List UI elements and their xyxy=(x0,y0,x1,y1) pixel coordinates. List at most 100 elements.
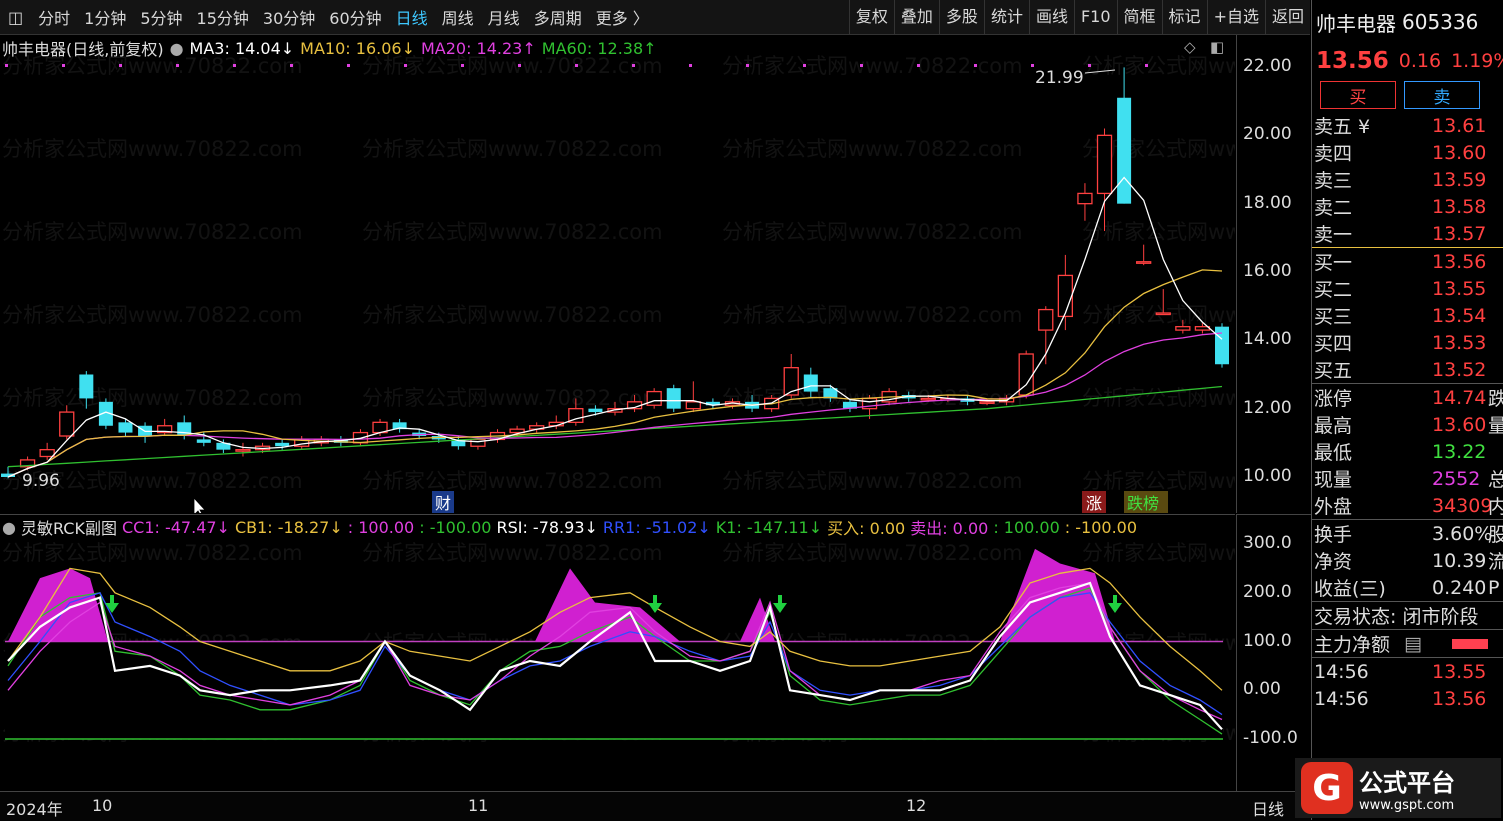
tick-row: 14:56 13.56 xyxy=(1312,685,1503,712)
ask-label: 卖五 ¥ xyxy=(1314,116,1371,138)
toolbar-action-9[interactable]: 返回 xyxy=(1264,0,1310,34)
fund-value: 0.240 xyxy=(1432,576,1487,599)
watermark-text: 分析家公式网www.70822.com xyxy=(2,541,303,565)
bid-value: 13.55 xyxy=(1432,277,1487,300)
top-dot xyxy=(119,64,122,67)
buy-button[interactable]: 买 xyxy=(1320,81,1396,109)
x-label-year: 2024年 xyxy=(6,800,63,819)
stat-row: 外盘 34309 内 xyxy=(1312,492,1503,519)
k1-label: K1: -147.11↓ xyxy=(715,517,823,537)
period-tab-7[interactable]: 周线 xyxy=(435,5,481,29)
indicator-chart[interactable]: 分析家公式网www.70822.com 分析家公式网www.70822.com 分析… xyxy=(0,514,1235,791)
price-tick: 10.00 xyxy=(1243,466,1292,486)
logo-icon: G xyxy=(1301,762,1353,814)
toolbar-action-8[interactable]: +自选 xyxy=(1206,0,1265,34)
stat-label: 外盘 xyxy=(1314,496,1353,518)
watermark-text: 分析家公式网www.70822.com xyxy=(1082,469,1235,493)
bid-row: 买二 13.55 xyxy=(1312,275,1503,302)
stock-code: 605336 xyxy=(1402,10,1479,34)
stat-row: 最低 13.22 xyxy=(1312,438,1503,465)
fund-value: 10.39 xyxy=(1432,549,1487,572)
ask-row: 卖三 13.59 xyxy=(1312,166,1503,193)
period-tab-9[interactable]: 多周期 xyxy=(527,5,589,29)
candlestick-chart[interactable]: 分析家公式网www.70822.com 分析家公式网www.70822.com 分析… xyxy=(0,35,1235,513)
fund-row: 换手 3.60% 股 xyxy=(1312,520,1503,547)
toolbar-action-5[interactable]: F10 xyxy=(1073,0,1117,34)
period-tab-0[interactable]: 分时 xyxy=(31,5,77,29)
candle-body xyxy=(588,408,603,413)
bid-value: 13.52 xyxy=(1432,358,1487,381)
dieban-text: 跌榜 xyxy=(1127,494,1159,513)
candle-body xyxy=(803,374,818,392)
ask-label: 卖三 xyxy=(1314,170,1353,192)
toolbar-action-6[interactable]: 简框 xyxy=(1116,0,1162,34)
period-tab-2[interactable]: 5分钟 xyxy=(133,5,189,29)
fund-extra: P xyxy=(1488,576,1500,599)
toolbar-action-4[interactable]: 画线 xyxy=(1028,0,1074,34)
bid-label: 买三 xyxy=(1314,306,1353,328)
period-tabs: 分时 1分钟 5分钟 15分钟 30分钟 60分钟 日线 周线 月线 多周期 更多 〉 xyxy=(31,5,656,29)
fund-label: 净资 xyxy=(1314,551,1353,573)
toolbar-action-2[interactable]: 多股 xyxy=(938,0,984,34)
time-axis: 2024年 10 11 12 日线 xyxy=(0,791,1310,821)
ask-row: 卖五 ¥ 13.61 xyxy=(1312,112,1503,139)
top-dot xyxy=(860,64,863,67)
period-toolbar: ◫ 分时 1分钟 5分钟 15分钟 30分钟 60分钟 日线 周线 月线 多周期 更多 〉 复权 叠加… xyxy=(0,0,1310,35)
watermark-text: 分析家公式网www.70822.com xyxy=(362,54,663,78)
layout-toggle-icon[interactable]: ◫ xyxy=(0,8,31,27)
period-label[interactable]: 日线 xyxy=(1252,796,1284,820)
watermark-text: 分析家公式网www.70822.com xyxy=(2,386,303,410)
toolbar-action-7[interactable]: 标记 xyxy=(1161,0,1207,34)
watermark-text: 分析家公式网www.70822.com xyxy=(362,469,663,493)
toolbar-action-0[interactable]: 复权 xyxy=(848,0,894,34)
watermark-text: 分析家公式网www.70822.com xyxy=(362,220,663,244)
candle-body xyxy=(275,442,290,447)
tick-row: 14:56 13.55 xyxy=(1312,658,1503,685)
stock-name: 帅丰电器 xyxy=(1316,11,1396,36)
buy-signal-label: 买入: 0.00 xyxy=(827,519,906,538)
candle-body xyxy=(470,438,486,447)
logo-text: 公式平台 xyxy=(1359,769,1455,797)
stat-label: 最高 xyxy=(1314,415,1353,437)
sell-arrow-icon xyxy=(105,595,119,613)
collapse-icon[interactable]: ● xyxy=(2,518,16,537)
candle-body xyxy=(1038,308,1054,331)
stat-value: 13.60 xyxy=(1432,413,1487,436)
x-label-dec: 12 xyxy=(906,796,927,815)
candle-body xyxy=(1155,312,1171,316)
period-tab-4[interactable]: 30分钟 xyxy=(256,5,322,29)
candle-body xyxy=(1057,274,1074,318)
logo-url: www.gspt.com xyxy=(1359,798,1455,813)
fund-row: 净资 10.39 流 xyxy=(1312,547,1503,574)
sell-button[interactable]: 卖 xyxy=(1404,81,1480,109)
price-tick: 14.00 xyxy=(1243,329,1292,350)
top-dot xyxy=(518,64,521,67)
ask-label: 卖二 xyxy=(1314,197,1353,219)
price-tick: 22.00 xyxy=(1243,56,1292,76)
candle-body xyxy=(235,449,251,452)
fund-row: 收益(三) 0.240 P xyxy=(1312,574,1503,601)
toolbar-action-1[interactable]: 叠加 xyxy=(893,0,939,34)
low-annotation: 9.96 xyxy=(22,471,60,491)
watermark-text: 分析家公式网www.70822.com xyxy=(722,303,1023,327)
bid-row: 买五 13.52 xyxy=(1312,356,1503,383)
toolbar-action-3[interactable]: 统计 xyxy=(983,0,1029,34)
period-tab-8[interactable]: 月线 xyxy=(481,5,527,29)
main-net-row: 主力净额 ▤ xyxy=(1312,630,1503,657)
trade-status-row: 交易状态: 闭市阶段 xyxy=(1312,602,1503,629)
period-tab-10[interactable]: 更多 〉 xyxy=(589,5,656,29)
ask-value: 13.57 xyxy=(1432,222,1487,245)
period-tab-5[interactable]: 60分钟 xyxy=(322,5,388,29)
indicator-tick: 300.0 xyxy=(1243,533,1292,553)
period-tab-6[interactable]: 日线 xyxy=(389,5,435,29)
tick-price: 13.55 xyxy=(1432,660,1487,683)
candle-body xyxy=(79,374,94,399)
candle-body xyxy=(1077,192,1093,205)
ask-book: 卖五 ¥ 13.61 卖四 13.60 卖三 13.59 卖二 13.58 卖一 13.57 xyxy=(1312,112,1503,247)
period-tab-1[interactable]: 1分钟 xyxy=(77,5,133,29)
list-icon[interactable]: ▤ xyxy=(1404,633,1422,655)
period-tab-3[interactable]: 15分钟 xyxy=(190,5,256,29)
candle-body xyxy=(979,401,995,404)
watermark-text: 分析家公式网www.70822.com xyxy=(722,220,1023,244)
candle-body xyxy=(1175,326,1191,331)
